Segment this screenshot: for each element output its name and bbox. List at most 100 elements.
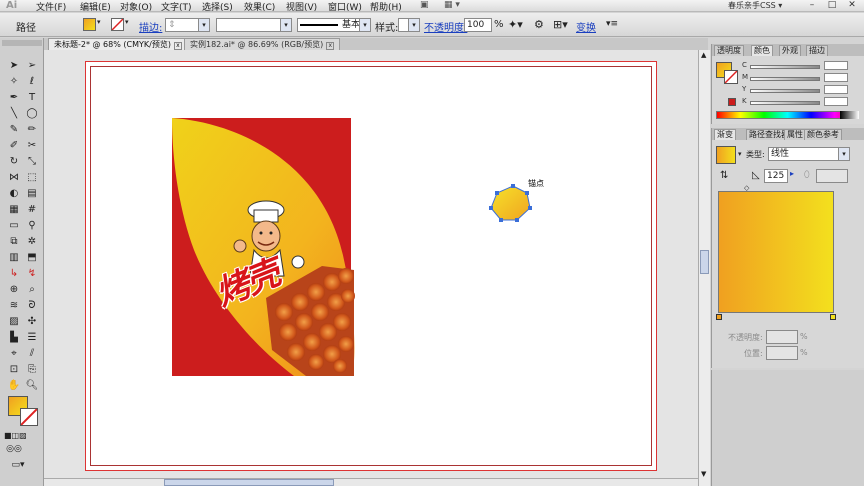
width-tool-icon[interactable]: ⋈ (6, 170, 22, 185)
graph-tool-icon[interactable]: ▙ (6, 330, 22, 345)
crop-tool-icon[interactable]: ⊡ (6, 362, 22, 377)
pencil-tool-icon[interactable]: ✏ (24, 122, 40, 137)
symbol-sprayer-tool-icon[interactable]: ✲ (24, 234, 40, 249)
horizontal-scroll-thumb[interactable] (164, 479, 334, 486)
color-stroke-swatch[interactable] (724, 70, 738, 84)
tab-transparency[interactable]: 透明度 (714, 45, 744, 56)
screen-mode-icon[interactable]: ▭▾ (10, 458, 26, 473)
eraser-tool-icon[interactable]: ✂ (24, 138, 40, 153)
mesh-tool-icon[interactable]: # (24, 202, 40, 217)
tab-document-1[interactable]: 未标题-2* @ 68% (CMYK/预览) x (48, 38, 188, 50)
warp-tool-icon[interactable]: ≋ (6, 298, 22, 313)
reverse-gradient-icon[interactable]: ⇅ (720, 170, 728, 181)
type-tool-icon[interactable]: T (24, 90, 40, 105)
free-transform-tool-icon[interactable]: ⬚ (24, 170, 40, 185)
globe-tool-icon[interactable]: ⊕ (6, 282, 22, 297)
menu-help[interactable]: 帮助(H) (370, 0, 402, 13)
direct-selection-tool-icon[interactable]: ➢ (24, 58, 40, 73)
workspace-switcher[interactable]: 春乐亲手CSS ▾ (728, 0, 782, 11)
gradient-preset-arrow[interactable]: ▾ (738, 150, 742, 158)
opacity-link[interactable]: 不透明度: (424, 19, 467, 34)
stroke-link[interactable]: 描边: (139, 19, 162, 34)
bridge-icon[interactable]: ▣ (420, 0, 429, 10)
scroll-down-icon[interactable]: ▼ (701, 470, 706, 478)
gradient-tool-icon[interactable]: ▭ (6, 218, 22, 233)
paintbrush-tool-icon[interactable]: ✎ (6, 122, 22, 137)
magic-wand-tool-icon[interactable]: ✧ (6, 74, 22, 89)
black-white-ramp[interactable] (840, 111, 859, 119)
style-dropdown[interactable]: ▾ (398, 18, 420, 32)
tab-appearance[interactable]: 外观 (779, 45, 801, 56)
list-tool-icon[interactable]: ☰ (24, 330, 40, 345)
black-value[interactable] (824, 97, 848, 106)
twirl-tool-icon[interactable]: ᘐ (24, 298, 40, 313)
gradient-stop-left[interactable] (716, 314, 722, 320)
yellow-value[interactable] (824, 85, 848, 94)
menu-view[interactable]: 视图(V) (286, 0, 317, 13)
control-menu-icon[interactable]: ▾≡ (606, 19, 618, 29)
eyedropper-tool-icon[interactable]: ⚲ (24, 218, 40, 233)
recolor-artwork-icon[interactable]: ✦▾ (508, 18, 523, 31)
perspective-grid-tool-icon[interactable]: ▦ (6, 202, 22, 217)
color-spectrum-bar[interactable] (716, 111, 859, 119)
last-color-swatch[interactable] (728, 98, 736, 106)
gradient-preview-swatch[interactable] (716, 146, 736, 164)
close-button[interactable]: ✕ (842, 0, 862, 11)
close-tab-icon[interactable]: x (173, 42, 182, 50)
tab-attributes[interactable]: 属性 (784, 129, 806, 140)
tab-stroke[interactable]: 描边 (806, 45, 828, 56)
print-tiling-tool-icon[interactable]: ⎘ (24, 362, 40, 377)
tab-gradient[interactable]: 渐变 (714, 129, 736, 140)
hand-pan-tool-icon[interactable]: ✋ (6, 378, 22, 393)
cyan-value[interactable] (824, 61, 848, 70)
align-icon[interactable]: ⊞▾ (553, 18, 568, 31)
lasso-tool-icon[interactable]: ℓ (24, 74, 40, 89)
rotate-tool-icon[interactable]: ↻ (6, 154, 22, 169)
arrange-documents-icon[interactable]: ▦ ▾ (444, 0, 460, 10)
draw-mode-icon[interactable]: ◎◎ (6, 442, 22, 457)
minimize-button[interactable]: – (802, 0, 822, 11)
variable-width-dropdown[interactable]: ▾ (216, 18, 292, 32)
toolbox-grip[interactable] (2, 40, 42, 46)
tab-document-2[interactable]: 实例182.ai* @ 86.69% (RGB/预览) x (184, 38, 341, 50)
ellipse-tool-icon[interactable]: ◯ (24, 106, 40, 121)
angle-dropdown-arrow[interactable]: ▸ (790, 169, 794, 178)
gradient-type-dropdown[interactable]: 线性 ▾ (768, 147, 850, 161)
scroll-up-icon[interactable]: ▲ (701, 51, 706, 59)
pen-tool-icon[interactable]: ✒ (6, 90, 22, 105)
shape-builder-tool-icon[interactable]: ◐ (6, 186, 22, 201)
horizontal-scrollbar[interactable] (44, 478, 698, 486)
gradient-stop-right[interactable] (830, 314, 836, 320)
menu-object[interactable]: 对象(O) (120, 0, 152, 13)
gradient-slider-preview[interactable] (718, 191, 834, 313)
menu-edit[interactable]: 编辑(E) (80, 0, 111, 13)
column-graph-tool-icon[interactable]: ▥ (6, 250, 22, 265)
gradient-angle-field[interactable]: 125 (764, 169, 788, 183)
magenta-value[interactable] (824, 73, 848, 82)
tab-color[interactable]: 颜色 (751, 45, 773, 56)
magnify-tool-icon[interactable]: 🔍︎ (24, 378, 40, 393)
close-tab-icon[interactable]: x (326, 42, 335, 50)
menu-file[interactable]: 文件(F) (36, 0, 66, 13)
vertical-scroll-thumb[interactable] (700, 250, 709, 274)
pucker-tool-icon[interactable]: ✣ (24, 314, 40, 329)
document-setup-icon[interactable]: ⚙ (534, 18, 544, 31)
stroke-swatch[interactable] (111, 18, 124, 31)
tab-color-guide[interactable]: 颜色参考 (804, 129, 842, 140)
canvas-area[interactable]: 烤壳 锚点 (44, 50, 698, 478)
measure-tool-icon[interactable]: ⌖ (6, 346, 22, 361)
zoom-tool-icon[interactable]: ⌕ (24, 282, 40, 297)
color-mode-icon[interactable]: ■◫▨ (4, 428, 27, 443)
transform-link[interactable]: 变换 (576, 19, 596, 34)
brush-dropdown[interactable]: 基本 ▾ (297, 18, 371, 32)
vertical-scrollbar[interactable]: ▲ ▼ (698, 50, 710, 486)
artboard-tool-icon[interactable]: ⬒ (24, 250, 40, 265)
hand-tool-icon[interactable]: ↯ (24, 266, 40, 281)
stroke-weight-field[interactable]: ⇕ ▾ (165, 18, 210, 32)
menu-effect[interactable]: 效果(C) (244, 0, 275, 13)
stroke-dropdown-arrow[interactable]: ▾ (125, 18, 129, 26)
selection-tool-icon[interactable]: ➤ (6, 58, 22, 73)
angle-icon[interactable]: ◺ (752, 170, 760, 181)
opacity-field[interactable]: 100 (464, 18, 492, 32)
live-paint-tool-icon[interactable]: ▤ (24, 186, 40, 201)
